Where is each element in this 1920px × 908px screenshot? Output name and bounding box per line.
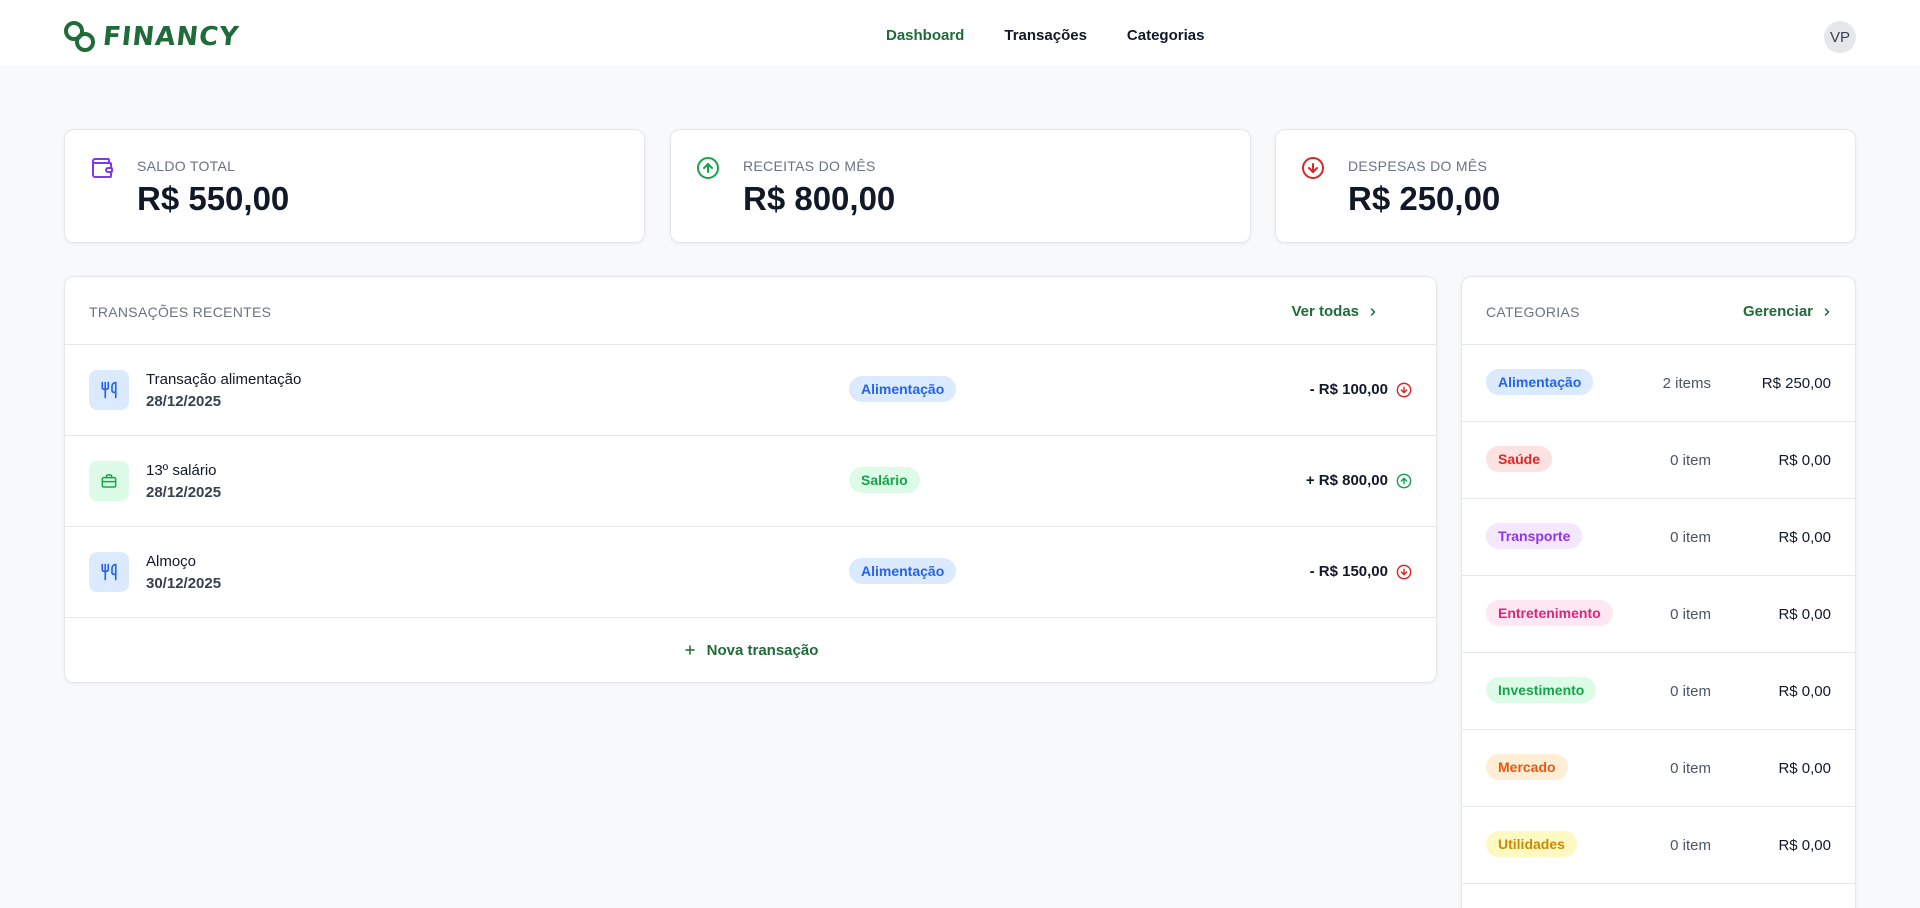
transaction-name: 13º salário xyxy=(146,462,217,479)
chevron-right-icon xyxy=(1824,307,1830,316)
nav-transacoes[interactable]: Transações xyxy=(1004,27,1087,44)
category-badge[interactable]: Saúde xyxy=(1486,446,1553,472)
despesas-label: DESPESAS DO MÊS xyxy=(1348,158,1488,174)
category-badge[interactable]: Mercado xyxy=(1486,754,1568,780)
category-count: 2 items xyxy=(1662,375,1711,392)
arrow-down-circle-icon xyxy=(1396,382,1412,397)
transaction-row[interactable]: Transação alimentação 28/12/2025 Aliment… xyxy=(65,345,1436,436)
category-row[interactable]: Entretenimento 0 item R$ 0,00 xyxy=(1462,576,1855,653)
transaction-amount: - R$ 100,00 xyxy=(1310,381,1412,398)
top-header: FINANCY Dashboard Transações Categorias … xyxy=(0,0,1920,65)
category-row[interactable]: Investimento 0 item R$ 0,00 xyxy=(1462,653,1855,730)
amount-value: + R$ 800,00 xyxy=(1305,472,1388,489)
transaction-name: Transação alimentação xyxy=(146,371,302,388)
manage-link[interactable]: Gerenciar xyxy=(1743,303,1833,320)
brand-name: FINANCY xyxy=(101,22,241,52)
category-badge[interactable]: Alimentação xyxy=(1486,369,1594,395)
amount-value: - R$ 100,00 xyxy=(1309,381,1388,398)
saldo-label: SALDO TOTAL xyxy=(137,158,236,174)
manage-label: Gerenciar xyxy=(1742,303,1813,320)
transaction-date: 28/12/2025 xyxy=(146,393,222,410)
receitas-value: R$ 800,00 xyxy=(743,180,896,217)
arrow-down-circle-icon xyxy=(1396,564,1412,579)
transaction-amount: - R$ 150,00 xyxy=(1310,563,1412,580)
card-despesas: DESPESAS DO MÊS R$ 250,00 xyxy=(1275,129,1856,243)
category-badge[interactable]: Utilidades xyxy=(1486,831,1577,857)
category-count: 0 item xyxy=(1670,837,1711,854)
category-total: R$ 0,00 xyxy=(1778,606,1831,623)
category-count: 0 item xyxy=(1670,452,1711,469)
category-badge[interactable]: Investimento xyxy=(1486,677,1597,703)
category-row[interactable]: Utilidades 0 item R$ 0,00 xyxy=(1462,807,1855,884)
chevron-right-icon xyxy=(1370,307,1376,316)
wallet-icon xyxy=(92,158,113,178)
category-row[interactable]: Saúde 0 item R$ 0,00 xyxy=(1462,422,1855,499)
main-nav: Dashboard Transações Categorias xyxy=(886,27,1204,44)
category-badge: Salário xyxy=(849,467,920,493)
category-row[interactable]: Alimentação 2 items R$ 250,00 xyxy=(1462,345,1855,422)
card-receitas: RECEITAS DO MÊS R$ 800,00 xyxy=(670,129,1251,243)
utensils-icon xyxy=(89,370,129,410)
nav-categorias[interactable]: Categorias xyxy=(1127,27,1205,44)
briefcase-icon xyxy=(89,461,129,501)
new-transaction-label: Nova transação xyxy=(706,641,819,659)
categories-title: CATEGORIAS xyxy=(1486,304,1580,320)
category-badge[interactable]: Entretenimento xyxy=(1486,600,1613,626)
card-saldo-total: SALDO TOTAL R$ 550,00 xyxy=(64,129,645,243)
new-transaction-button[interactable]: Nova transação xyxy=(65,618,1436,682)
category-row[interactable]: Transporte 0 item R$ 0,00 xyxy=(1462,499,1855,576)
transaction-row[interactable]: 13º salário 28/12/2025 Salário + R$ 800,… xyxy=(65,436,1436,527)
transaction-amount: + R$ 800,00 xyxy=(1306,472,1412,489)
financy-logo-icon xyxy=(64,21,95,52)
category-count: 0 item xyxy=(1670,529,1711,546)
transaction-date: 30/12/2025 xyxy=(146,575,222,592)
nav-dashboard[interactable]: Dashboard xyxy=(886,27,964,44)
category-badge: Alimentação xyxy=(849,558,957,584)
utensils-icon xyxy=(89,552,129,592)
view-all-link[interactable]: Ver todas xyxy=(1291,303,1379,320)
category-badge[interactable]: Transporte xyxy=(1486,523,1583,549)
receitas-label: RECEITAS DO MÊS xyxy=(743,158,876,174)
category-count: 0 item xyxy=(1670,683,1711,700)
category-total: R$ 0,00 xyxy=(1778,837,1831,854)
recent-transactions-panel: TRANSAÇÕES RECENTES Ver todas Transação … xyxy=(64,276,1437,683)
categories-panel: CATEGORIAS Gerenciar Alimentação 2 items R… xyxy=(1461,276,1856,908)
category-count: 0 item xyxy=(1670,760,1711,777)
category-row[interactable]: Mercado 0 item R$ 0,00 xyxy=(1462,730,1855,807)
category-badge: Alimentação xyxy=(849,376,957,402)
brand-logo[interactable]: FINANCY xyxy=(63,20,241,54)
plus-icon xyxy=(684,645,695,655)
category-total: R$ 0,00 xyxy=(1778,683,1831,700)
category-total: R$ 0,00 xyxy=(1778,760,1831,777)
despesas-value: R$ 250,00 xyxy=(1348,180,1501,217)
transaction-date: 28/12/2025 xyxy=(146,484,222,501)
arrow-up-circle-icon xyxy=(1396,473,1412,488)
categories-header: CATEGORIAS Gerenciar xyxy=(1462,277,1855,345)
category-count: 0 item xyxy=(1670,606,1711,623)
saldo-value: R$ 550,00 xyxy=(137,180,290,217)
arrow-down-circle-icon xyxy=(1302,157,1324,179)
category-total: R$ 250,00 xyxy=(1761,375,1831,392)
arrow-up-circle-icon xyxy=(697,157,719,179)
category-total: R$ 0,00 xyxy=(1778,529,1831,546)
transactions-header: TRANSAÇÕES RECENTES Ver todas xyxy=(65,277,1436,345)
view-all-label: Ver todas xyxy=(1291,303,1359,320)
transaction-row[interactable]: Almoço 30/12/2025 Alimentação - R$ 150,0… xyxy=(65,527,1436,618)
category-list: Alimentação 2 items R$ 250,00 Saúde 0 item R$… xyxy=(1462,345,1855,884)
transaction-name: Almoço xyxy=(146,553,197,570)
transactions-title: TRANSAÇÕES RECENTES xyxy=(89,304,272,320)
amount-value: - R$ 150,00 xyxy=(1309,563,1388,580)
category-total: R$ 0,00 xyxy=(1778,452,1831,469)
user-avatar[interactable]: VP xyxy=(1824,21,1856,53)
